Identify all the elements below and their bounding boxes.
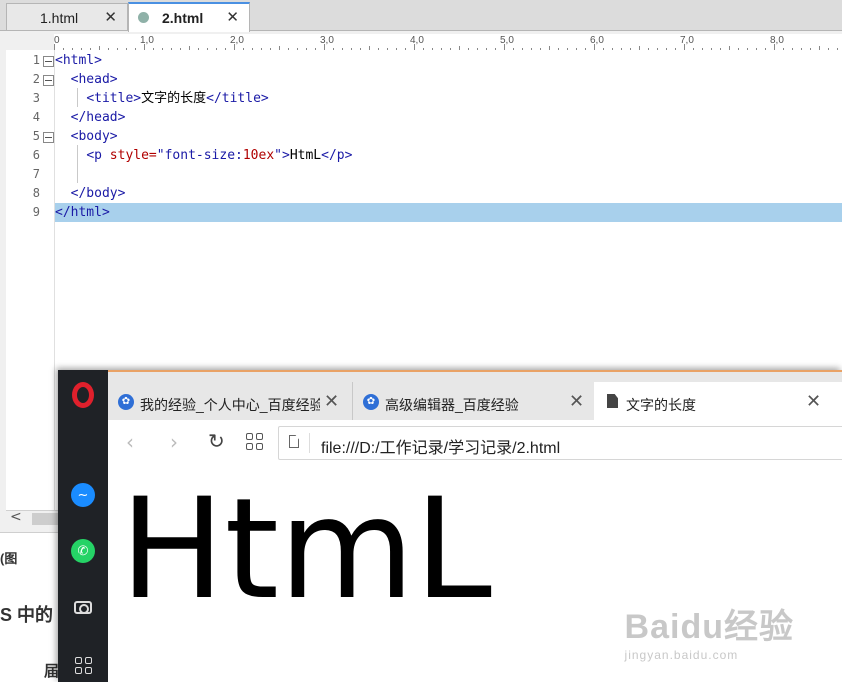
address-bar[interactable]: file:///D:/工作记录/学习记录/2.html	[278, 426, 842, 460]
background-text-1: (图	[0, 551, 18, 566]
editor-tab-label: 1.html	[40, 10, 79, 26]
line-number: 1	[32, 53, 40, 67]
code-line-1: <html>	[55, 53, 102, 68]
whatsapp-icon[interactable]: ✆	[70, 538, 96, 564]
messenger-icon[interactable]: ~	[70, 482, 96, 508]
ruler-label: 1,0	[140, 35, 154, 46]
watermark: Baidu经验 jingyan.baidu.com	[625, 599, 794, 662]
line-number: 7	[32, 167, 40, 181]
ruler-label: 5,0	[500, 35, 514, 46]
modified-dot-icon	[138, 12, 149, 23]
line-number-gutter: 1 2 3 4 5 6 7 8 9	[6, 50, 55, 510]
column-ruler: 0 1,0 2,0 3,0 4,0 5,0 6,0 7,0 8,0	[54, 34, 842, 51]
page-info-icon[interactable]	[289, 435, 299, 448]
background-text-3: 届	[44, 663, 60, 680]
line-number: 2	[32, 72, 40, 86]
code-line-5: <body>	[70, 129, 118, 144]
browser-tab-label: 高级编辑器_百度经验	[385, 397, 519, 413]
line-number: 8	[32, 186, 40, 200]
opera-logo-icon[interactable]	[70, 382, 96, 408]
camera-icon[interactable]	[70, 594, 96, 620]
editor-tab-2html[interactable]: 2.html ✕	[128, 2, 250, 32]
editor-tab-label: 2.html	[162, 10, 204, 26]
scroll-left-icon[interactable]: <	[10, 509, 22, 525]
ruler-label: 8,0	[770, 35, 784, 46]
fold-toggle-icon[interactable]	[43, 75, 54, 86]
paw-icon: ✿	[363, 394, 379, 410]
line-number: 5	[32, 129, 40, 143]
ruler-label: 2,0	[230, 35, 244, 46]
browser-tab-my-experience[interactable]: ✿ 我的经验_个人中心_百度经验 ✕	[108, 382, 348, 422]
background-text-2: S 中的	[0, 605, 54, 625]
close-icon[interactable]: ✕	[226, 8, 239, 26]
browser-tab-bar: ✿ 我的经验_个人中心_百度经验 ✕ ✿ 高级编辑器_百度经验 ✕ 文字的长度 …	[108, 370, 842, 422]
editor-tab-1html[interactable]: 1.html ✕	[6, 3, 128, 30]
line-number: 6	[32, 148, 40, 162]
browser-tab-advanced-editor[interactable]: ✿ 高级编辑器_百度经验 ✕	[352, 382, 593, 422]
back-icon[interactable]: ‹	[126, 430, 134, 454]
line-number: 4	[32, 110, 40, 124]
code-line-3: <title>文字的长度</title>	[86, 91, 269, 106]
fold-toggle-icon[interactable]	[43, 56, 54, 67]
code-line-4: </head>	[70, 110, 126, 125]
code-line-2: <head>	[70, 72, 118, 87]
paw-icon: ✿	[118, 394, 134, 410]
ruler-label: 4,0	[410, 35, 424, 46]
forward-icon[interactable]: ›	[170, 430, 178, 454]
close-icon[interactable]: ✕	[324, 391, 339, 412]
watermark-domain: jingyan.baidu.com	[624, 648, 739, 662]
browser-sidebar: ~ ✆	[58, 370, 108, 682]
close-icon[interactable]: ✕	[569, 391, 584, 412]
ruler-label: 6,0	[590, 35, 604, 46]
apps-grid-icon[interactable]	[70, 652, 96, 678]
watermark-brand: Baidu经验	[624, 608, 794, 646]
fold-toggle-icon[interactable]	[43, 132, 54, 143]
line-number: 9	[32, 205, 40, 219]
code-line-9-current: </html>	[55, 203, 842, 222]
document-icon	[607, 394, 618, 408]
code-line-6: <p style="font-size:10ex">HtmL</p>	[86, 148, 353, 163]
browser-tab-label: 文字的长度	[626, 397, 696, 413]
reload-icon[interactable]: ↻	[208, 429, 225, 453]
code-line-8: </body>	[70, 186, 126, 201]
address-bar-url[interactable]: file:///D:/工作记录/学习记录/2.html	[321, 434, 560, 458]
line-number: 3	[32, 91, 40, 105]
browser-nav-bar: ‹ › ↻ file:///D:/工作记录/学习记录/2.html	[108, 420, 842, 465]
editor-tab-bar: 1.html ✕ 2.html ✕	[0, 0, 842, 32]
tabs-grid-icon[interactable]	[246, 433, 263, 450]
close-icon[interactable]: ✕	[104, 8, 117, 26]
ruler-label: 7,0	[680, 35, 694, 46]
close-icon[interactable]: ✕	[806, 391, 821, 412]
browser-tab-text-length[interactable]: 文字的长度 ✕	[594, 382, 842, 422]
browser-tab-label: 我的经验_个人中心_百度经验	[140, 397, 320, 413]
ruler-label: 3,0	[320, 35, 334, 46]
page-paragraph: HtmL	[120, 468, 492, 630]
